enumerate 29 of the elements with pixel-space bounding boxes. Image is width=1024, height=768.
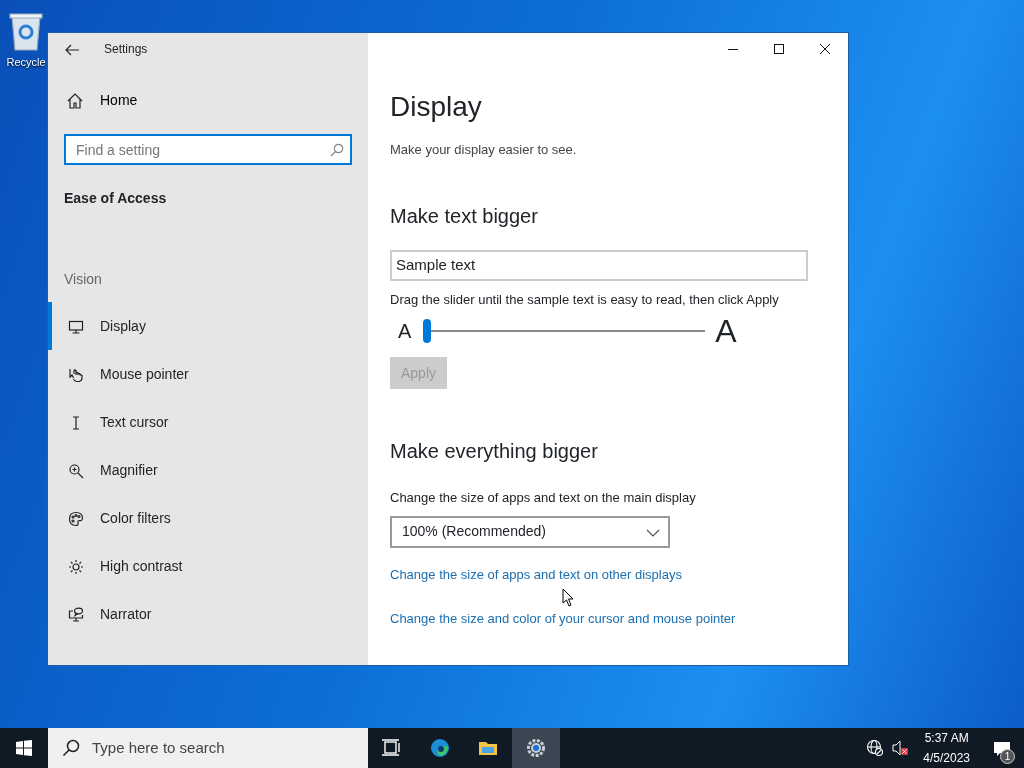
page-title: Display xyxy=(390,90,483,124)
sidebar-item[interactable]: Text cursor xyxy=(48,398,368,446)
notification-count: 1 xyxy=(1000,749,1015,764)
dropdown-label: Change the size of apps and text on the main display xyxy=(390,489,697,508)
sidebar-item[interactable]: Mouse pointer xyxy=(48,350,368,398)
sidebar-item[interactable]: Magnifier xyxy=(48,446,368,494)
settings-link[interactable]: Change the size of apps and text on other displays xyxy=(390,566,682,582)
small-a-label: A xyxy=(398,319,412,345)
sidebar-item[interactable]: High contrast xyxy=(48,542,368,590)
window-title: Settings xyxy=(104,41,148,58)
desktop-icon-label[interactable]: Recycle xyxy=(6,54,46,71)
slider-instructions: Drag the slider until the sample text is easy to read, then click Apply xyxy=(390,290,780,309)
sidebar-item[interactable]: Color filters xyxy=(48,494,368,542)
section-label: Vision xyxy=(63,270,103,289)
notifications-button[interactable]: 1 xyxy=(980,728,1024,768)
taskbar-search-box[interactable]: Type here to search xyxy=(48,728,368,768)
large-a-label: A xyxy=(715,312,737,352)
search-box[interactable]: Find a setting xyxy=(64,134,352,165)
page-description: Make your display easier to see. xyxy=(390,141,578,160)
section-heading: Make everything bigger xyxy=(390,439,599,464)
category-heading: Ease of Access xyxy=(63,189,168,208)
sample-text-box: Sample text xyxy=(390,249,808,281)
sidebar-item[interactable]: Narrator xyxy=(48,590,368,638)
scale-dropdown[interactable]: 100% (Recommended) xyxy=(390,515,670,548)
search-field[interactable]: Find a setting xyxy=(76,136,330,163)
section-heading: Make text bigger xyxy=(390,203,539,228)
settings-link[interactable]: Change the size and color of your cursor and mouse pointer xyxy=(390,610,736,626)
home-link[interactable]: Home xyxy=(100,90,138,111)
clock[interactable]: 5:37 AM 4/5/2023 xyxy=(913,728,980,768)
